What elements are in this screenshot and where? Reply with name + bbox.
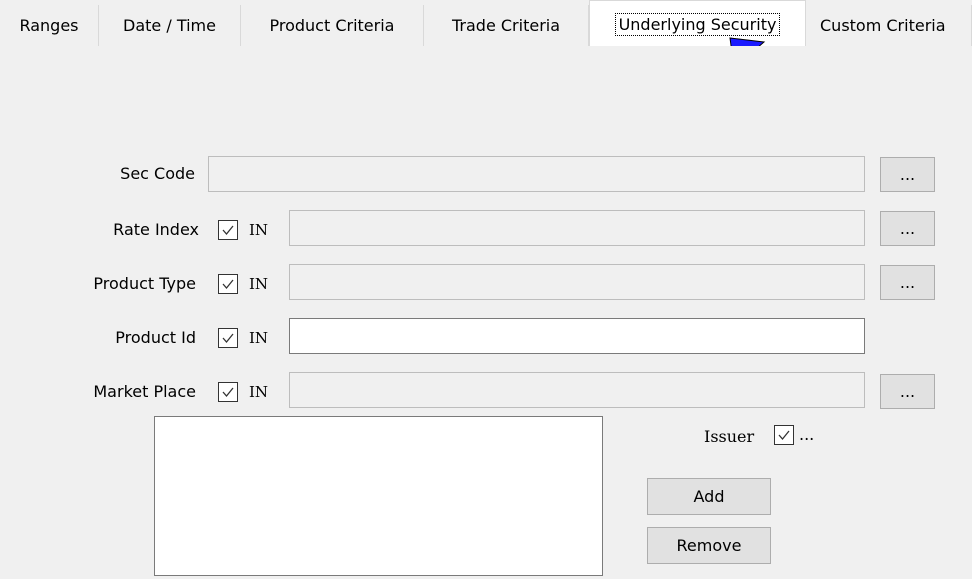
rate-index-in-label: IN bbox=[249, 221, 269, 239]
checkmark-icon bbox=[222, 279, 234, 290]
tab-label: Trade Criteria bbox=[451, 16, 561, 35]
checkmark-icon bbox=[778, 430, 790, 441]
checkmark-icon bbox=[222, 333, 234, 344]
checkmark-icon bbox=[222, 387, 234, 398]
rate-index-checkbox[interactable] bbox=[218, 220, 238, 240]
add-button[interactable]: Add bbox=[647, 478, 771, 515]
remove-button[interactable]: Remove bbox=[647, 527, 771, 564]
product-id-input[interactable] bbox=[290, 319, 864, 353]
tab-date-time[interactable]: Date / Time bbox=[99, 5, 241, 46]
checkmark-icon bbox=[222, 225, 234, 236]
tab-ranges[interactable]: Ranges bbox=[0, 5, 99, 46]
tab-label: Date / Time bbox=[123, 16, 216, 35]
tab-trade-criteria[interactable]: Trade Criteria bbox=[424, 5, 589, 46]
market-place-checkbox[interactable] bbox=[218, 382, 238, 402]
product-type-input[interactable] bbox=[290, 265, 864, 299]
tab-bar: Ranges Date / Time Product Criteria Trad… bbox=[0, 0, 972, 47]
market-place-field[interactable] bbox=[289, 372, 865, 408]
tab-label: Ranges bbox=[19, 16, 79, 35]
tab-label: Underlying Security bbox=[614, 12, 781, 36]
tab-custom-criteria[interactable]: Custom Criteria bbox=[806, 5, 972, 46]
rate-index-input[interactable] bbox=[290, 211, 864, 245]
issuer-checkbox[interactable] bbox=[774, 425, 794, 445]
product-type-field[interactable] bbox=[289, 264, 865, 300]
product-type-browse-button[interactable]: ... bbox=[880, 265, 935, 300]
market-place-browse-button[interactable]: ... bbox=[880, 374, 935, 409]
market-place-label: Market Place bbox=[93, 382, 196, 401]
product-id-in-label: IN bbox=[249, 329, 269, 347]
issuer-list[interactable] bbox=[154, 416, 603, 576]
sec-code-browse-button[interactable]: ... bbox=[880, 157, 935, 192]
market-place-input[interactable] bbox=[290, 373, 864, 407]
issuer-browse-link[interactable]: ... bbox=[799, 425, 814, 444]
sec-code-label: Sec Code bbox=[120, 164, 195, 183]
product-type-checkbox[interactable] bbox=[218, 274, 238, 294]
market-place-in-label: IN bbox=[249, 383, 269, 401]
rate-index-field[interactable] bbox=[289, 210, 865, 246]
sec-code-input[interactable] bbox=[209, 157, 864, 191]
rate-index-browse-button[interactable]: ... bbox=[880, 211, 935, 246]
tab-product-criteria[interactable]: Product Criteria bbox=[241, 5, 424, 46]
issuer-label: Issuer bbox=[704, 427, 755, 446]
product-type-label: Product Type bbox=[93, 274, 196, 293]
sec-code-field[interactable] bbox=[208, 156, 865, 192]
tab-label: Product Criteria bbox=[269, 16, 395, 35]
tab-label: Custom Criteria bbox=[820, 16, 946, 35]
product-id-label: Product Id bbox=[115, 328, 196, 347]
rate-index-label: Rate Index bbox=[113, 220, 199, 239]
product-id-checkbox[interactable] bbox=[218, 328, 238, 348]
product-type-in-label: IN bbox=[249, 275, 269, 293]
product-id-field[interactable] bbox=[289, 318, 865, 354]
